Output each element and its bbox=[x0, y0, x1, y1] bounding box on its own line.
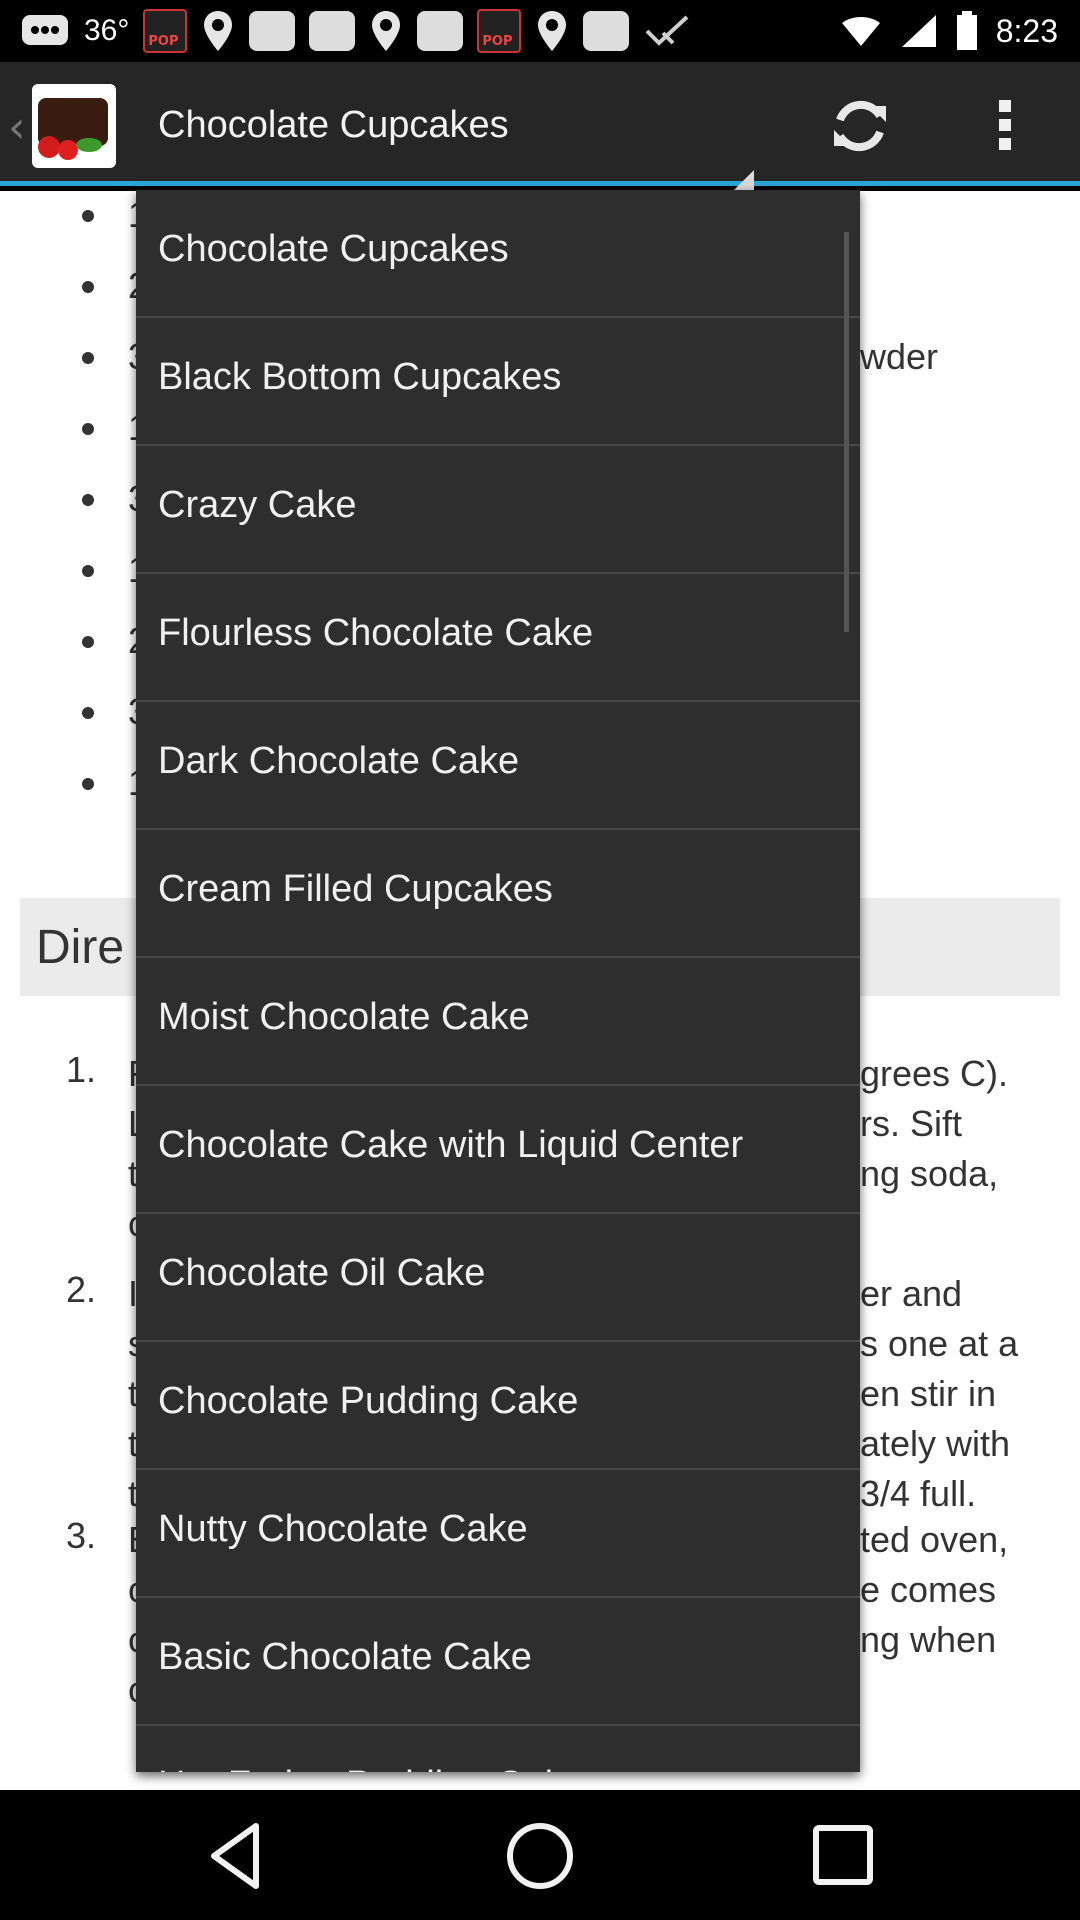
square-icon bbox=[249, 11, 296, 51]
clock-time: 8:23 bbox=[995, 12, 1058, 49]
dropdown-item[interactable]: Basic Chocolate Cake bbox=[136, 1598, 860, 1726]
dropdown-item[interactable]: Chocolate Cake with Liquid Center bbox=[136, 1086, 860, 1214]
dropdown-item[interactable]: Flourless Chocolate Cake bbox=[136, 574, 860, 702]
refresh-icon[interactable] bbox=[826, 92, 894, 160]
check-icon bbox=[645, 15, 689, 46]
temperature-text: 36° bbox=[84, 14, 130, 47]
location-icon bbox=[372, 11, 401, 51]
square-icon bbox=[417, 11, 464, 51]
status-bar: 36° 8:23 bbox=[0, 0, 1080, 62]
pop-icon bbox=[477, 9, 522, 53]
dropdown-item[interactable]: Cream Filled Cupcakes bbox=[136, 830, 860, 958]
dropdown-item[interactable]: Hot Fudge Pudding Cake bbox=[136, 1726, 860, 1772]
action-bar: ‹ Chocolate Cupcakes bbox=[0, 62, 1080, 202]
recents-icon[interactable] bbox=[798, 1814, 888, 1898]
location-icon bbox=[538, 11, 567, 51]
dropdown-item[interactable]: Chocolate Oil Cake bbox=[136, 1214, 860, 1342]
location-icon bbox=[204, 11, 233, 51]
back-icon[interactable] bbox=[192, 1814, 282, 1898]
chocolate-cake-logo[interactable] bbox=[32, 84, 116, 168]
dropdown-item[interactable]: Black Bottom Cupcakes bbox=[136, 318, 860, 446]
dropdown-item[interactable]: Chocolate Cupcakes bbox=[136, 190, 860, 318]
ingredient-tail: wder bbox=[860, 336, 939, 377]
pop-icon bbox=[143, 9, 188, 53]
dropdown-scrollbar[interactable] bbox=[844, 232, 849, 632]
up-chevron-icon[interactable]: ‹ bbox=[8, 102, 26, 153]
dropdown-item[interactable]: Moist Chocolate Cake bbox=[136, 958, 860, 1086]
dropdown-item[interactable]: Crazy Cake bbox=[136, 446, 860, 574]
dropdown-item[interactable]: Dark Chocolate Cake bbox=[136, 702, 860, 830]
square-icon bbox=[583, 11, 630, 51]
recipe-dropdown[interactable]: Chocolate Cupcakes Black Bottom Cupcakes… bbox=[136, 190, 860, 1772]
square-icon bbox=[309, 11, 356, 51]
messages-icon bbox=[22, 15, 68, 45]
home-icon[interactable] bbox=[495, 1814, 585, 1898]
dropdown-item[interactable]: Nutty Chocolate Cake bbox=[136, 1470, 860, 1598]
dropdown-item[interactable]: Chocolate Pudding Cake bbox=[136, 1342, 860, 1470]
battery-icon bbox=[956, 11, 977, 50]
recipe-spinner-title[interactable]: Chocolate Cupcakes bbox=[158, 104, 509, 147]
overflow-menu-icon[interactable] bbox=[990, 96, 1020, 156]
signal-icon bbox=[901, 15, 936, 47]
wifi-icon bbox=[841, 17, 880, 46]
navigation-bar bbox=[0, 1790, 1080, 1920]
